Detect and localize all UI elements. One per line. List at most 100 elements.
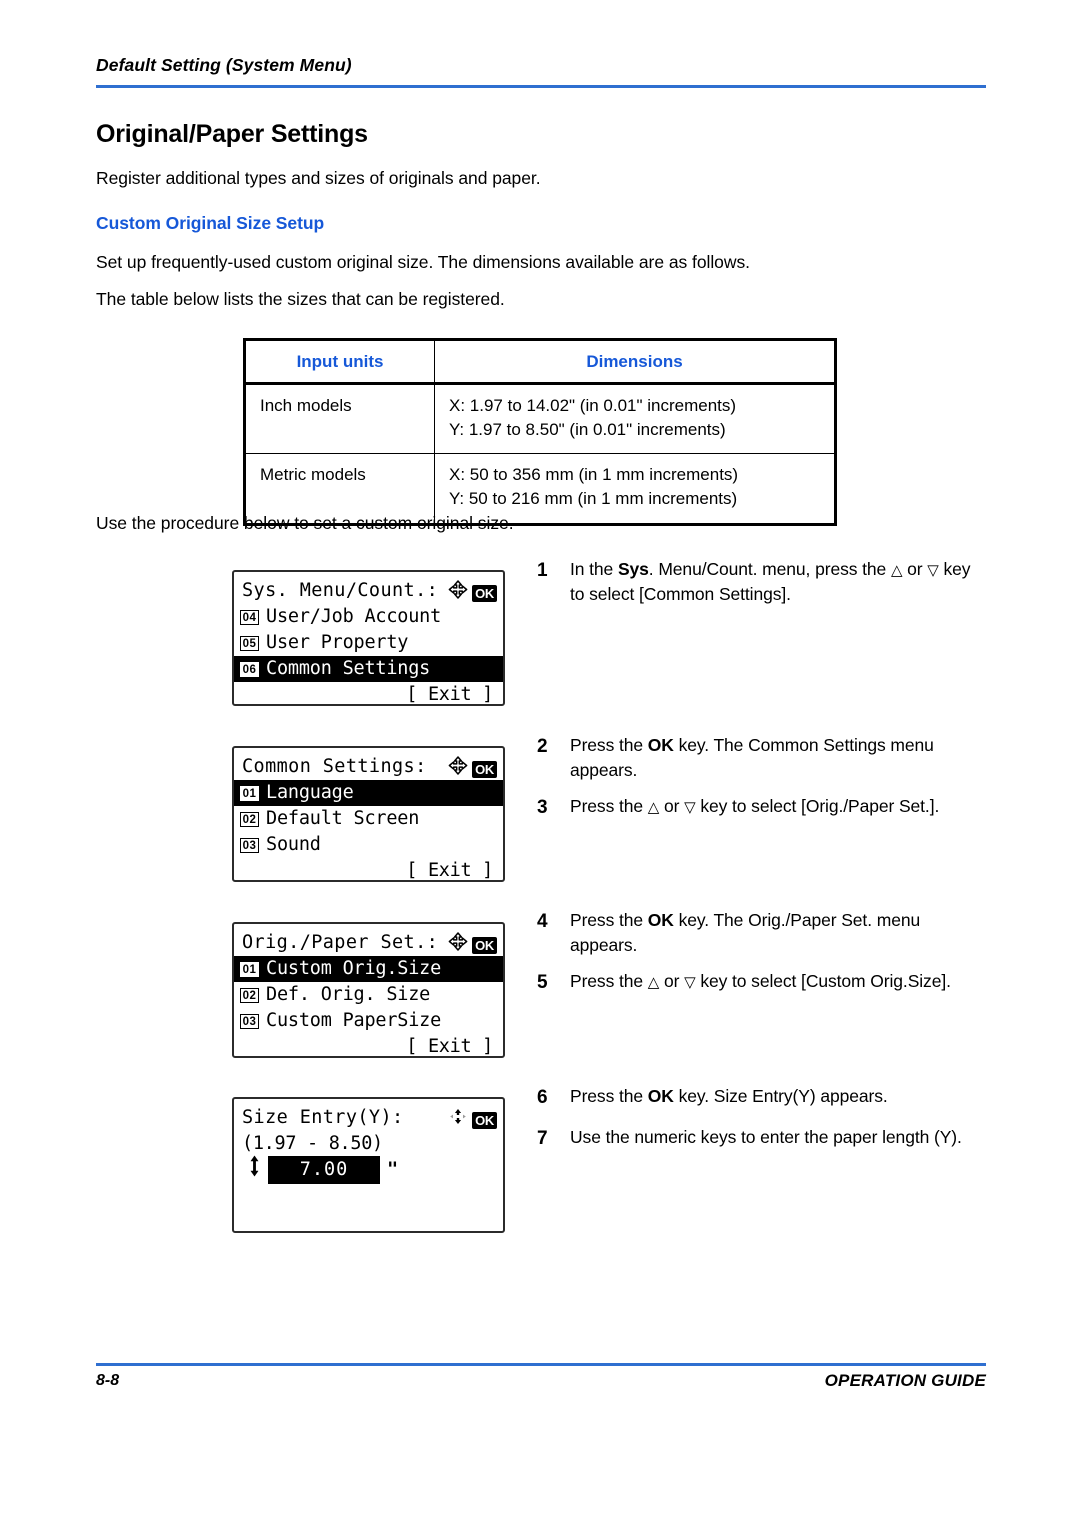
cell-units: Inch models bbox=[244, 382, 435, 455]
section-paragraph-3: Use the procedure below to set a custom … bbox=[96, 513, 514, 533]
lcd-list-item[interactable]: 03 Custom PaperSize bbox=[234, 1008, 503, 1034]
lcd-title-row: Sys. Menu/Count.: OK bbox=[234, 578, 503, 604]
step-text: Press the OK key. Size Entry(Y) appears. bbox=[570, 1086, 888, 1106]
dimension-line-y: Y: 50 to 216 mm (in 1 mm increments) bbox=[449, 489, 738, 509]
lcd-list-item[interactable]: 02 Default Screen bbox=[234, 806, 503, 832]
lcd-indicators: OK bbox=[448, 756, 497, 783]
size-entry-value[interactable]: 7.00 bbox=[268, 1156, 380, 1184]
step-number: 4 bbox=[537, 911, 548, 932]
column-header-input-units: Input units bbox=[244, 339, 435, 385]
lcd-panel-orig-paper-set: Orig./Paper Set.: OK 01 Custom Orig.Size… bbox=[232, 922, 505, 1058]
lcd-title-row: Common Settings: OK bbox=[234, 754, 503, 780]
size-entry-unit: " bbox=[387, 1159, 398, 1180]
lcd-panel-size-entry: Size Entry(Y): OK (1.97 - 8.50) 7.00 " bbox=[232, 1097, 505, 1233]
lcd-softkey-exit[interactable]: [ Exit ] bbox=[234, 682, 503, 704]
ok-badge-icon: OK bbox=[472, 1112, 497, 1129]
item-number-badge: 03 bbox=[240, 837, 259, 853]
item-number-badge: 03 bbox=[240, 1013, 259, 1029]
item-label: Sound bbox=[266, 834, 321, 855]
lcd-list-item[interactable]: 03 Sound bbox=[234, 832, 503, 858]
item-number-badge: 02 bbox=[240, 987, 259, 1003]
four-way-arrow-icon bbox=[448, 580, 468, 607]
lcd-softkey-exit[interactable]: [ Exit ] bbox=[234, 1034, 503, 1056]
section-heading: Custom Original Size Setup bbox=[96, 213, 325, 233]
lcd-list-item-selected[interactable]: 01 Language bbox=[234, 780, 503, 806]
step-item: 2 Press the OK key. The Common Settings … bbox=[537, 733, 989, 784]
column-header-dimensions: Dimensions bbox=[434, 339, 836, 385]
lcd-indicators: OK bbox=[448, 580, 497, 607]
item-label: Def. Orig. Size bbox=[266, 984, 431, 1005]
item-label: User/Job Account bbox=[266, 606, 442, 627]
lcd-title: Size Entry(Y): bbox=[242, 1107, 404, 1128]
step-item: 3 Press the △ or ▽ key to select [Orig./… bbox=[537, 794, 989, 819]
ok-badge-icon: OK bbox=[472, 585, 497, 602]
section-paragraph-1: Set up frequently-used custom original s… bbox=[96, 252, 750, 272]
lcd-panel-sys-menu: Sys. Menu/Count.: OK 04 User/Job Account… bbox=[232, 570, 505, 706]
step-number: 3 bbox=[537, 797, 548, 818]
step-number: 5 bbox=[537, 972, 548, 993]
lcd-panel-common-settings: Common Settings: OK 01 Language 02 Defau… bbox=[232, 746, 505, 882]
lcd-list-item-selected[interactable]: 01 Custom Orig.Size bbox=[234, 956, 503, 982]
step-item: 7 Use the numeric keys to enter the pape… bbox=[537, 1125, 989, 1150]
item-number-badge: 01 bbox=[240, 961, 259, 977]
step-text: In the Sys. Menu/Count. menu, press the … bbox=[570, 559, 971, 605]
footer-rule bbox=[96, 1363, 986, 1366]
size-entry-range: (1.97 - 8.50) bbox=[242, 1133, 383, 1154]
step-item: 4 Press the OK key. The Orig./Paper Set.… bbox=[537, 908, 989, 959]
ok-badge-icon: OK bbox=[472, 761, 497, 778]
step-text: Press the △ or ▽ key to select [Custom O… bbox=[570, 971, 951, 991]
size-entry-value-row[interactable]: 7.00 " bbox=[234, 1155, 503, 1185]
step-number: 7 bbox=[537, 1128, 548, 1149]
updown-arrow-icon bbox=[248, 1155, 261, 1185]
lcd-title: Sys. Menu/Count.: bbox=[242, 580, 439, 601]
dimension-line-x: X: 1.97 to 14.02" (in 0.01" increments) bbox=[449, 396, 737, 415]
section-paragraph-2: The table below lists the sizes that can… bbox=[96, 289, 505, 309]
intro-paragraph: Register additional types and sizes of o… bbox=[96, 168, 541, 188]
four-way-arrow-updown-icon bbox=[448, 1107, 468, 1134]
lcd-list-item[interactable]: 02 Def. Orig. Size bbox=[234, 982, 503, 1008]
table-row: Inch models X: 1.97 to 14.02" (in 0.01" … bbox=[244, 382, 836, 455]
lcd-indicators: OK bbox=[448, 1107, 497, 1134]
item-number-badge: 01 bbox=[240, 785, 259, 801]
page-title: Original/Paper Settings bbox=[96, 120, 368, 148]
step-number: 6 bbox=[537, 1087, 548, 1108]
step-text: Press the △ or ▽ key to select [Orig./Pa… bbox=[570, 796, 940, 816]
step-text: Use the numeric keys to enter the paper … bbox=[570, 1127, 962, 1147]
item-label: Common Settings bbox=[266, 658, 431, 679]
step-text: Press the OK key. The Common Settings me… bbox=[570, 735, 934, 781]
four-way-arrow-icon bbox=[448, 756, 468, 783]
dimensions-table: Input units Dimensions Inch models X: 1.… bbox=[243, 338, 837, 526]
item-number-badge: 05 bbox=[240, 635, 259, 651]
running-header: Default Setting (System Menu) bbox=[96, 55, 352, 75]
item-label: User Property bbox=[266, 632, 409, 653]
lcd-title: Common Settings: bbox=[242, 756, 427, 777]
lcd-softkey-exit[interactable]: [ Exit ] bbox=[234, 858, 503, 880]
item-number-badge: 04 bbox=[240, 609, 259, 625]
item-label: Custom Orig.Size bbox=[266, 958, 442, 979]
dimension-line-x: X: 50 to 356 mm (in 1 mm increments) bbox=[449, 465, 739, 485]
table-header-row: Input units Dimensions bbox=[244, 339, 836, 385]
step-number: 2 bbox=[537, 736, 548, 757]
item-number-badge: 06 bbox=[240, 661, 259, 677]
step-item: 6 Press the OK key. Size Entry(Y) appear… bbox=[537, 1084, 989, 1109]
guide-label: OPERATION GUIDE bbox=[824, 1371, 986, 1390]
dimension-line-y: Y: 1.97 to 8.50" (in 0.01" increments) bbox=[449, 420, 726, 440]
step-number: 1 bbox=[537, 560, 548, 581]
lcd-list-item[interactable]: 04 User/Job Account bbox=[234, 604, 503, 630]
item-number-badge: 02 bbox=[240, 811, 259, 827]
cell-dimensions: X: 1.97 to 14.02" (in 0.01" increments) … bbox=[434, 382, 836, 455]
item-label: Default Screen bbox=[266, 808, 420, 829]
lcd-list-item-selected[interactable]: 06 Common Settings bbox=[234, 656, 503, 682]
item-label: Language bbox=[266, 782, 354, 803]
lcd-title: Orig./Paper Set.: bbox=[242, 932, 439, 953]
item-label: Custom PaperSize bbox=[266, 1010, 442, 1031]
step-item: 5 Press the △ or ▽ key to select [Custom… bbox=[537, 969, 989, 994]
step-text: Press the OK key. The Orig./Paper Set. m… bbox=[570, 910, 921, 956]
four-way-arrow-icon bbox=[448, 932, 468, 959]
lcd-indicators: OK bbox=[448, 932, 497, 959]
lcd-title-row: Size Entry(Y): OK bbox=[234, 1105, 503, 1131]
lcd-title-row: Orig./Paper Set.: OK bbox=[234, 930, 503, 956]
lcd-list-item[interactable]: 05 User Property bbox=[234, 630, 503, 656]
page-number: 8-8 bbox=[96, 1372, 120, 1389]
header-rule bbox=[96, 85, 986, 88]
